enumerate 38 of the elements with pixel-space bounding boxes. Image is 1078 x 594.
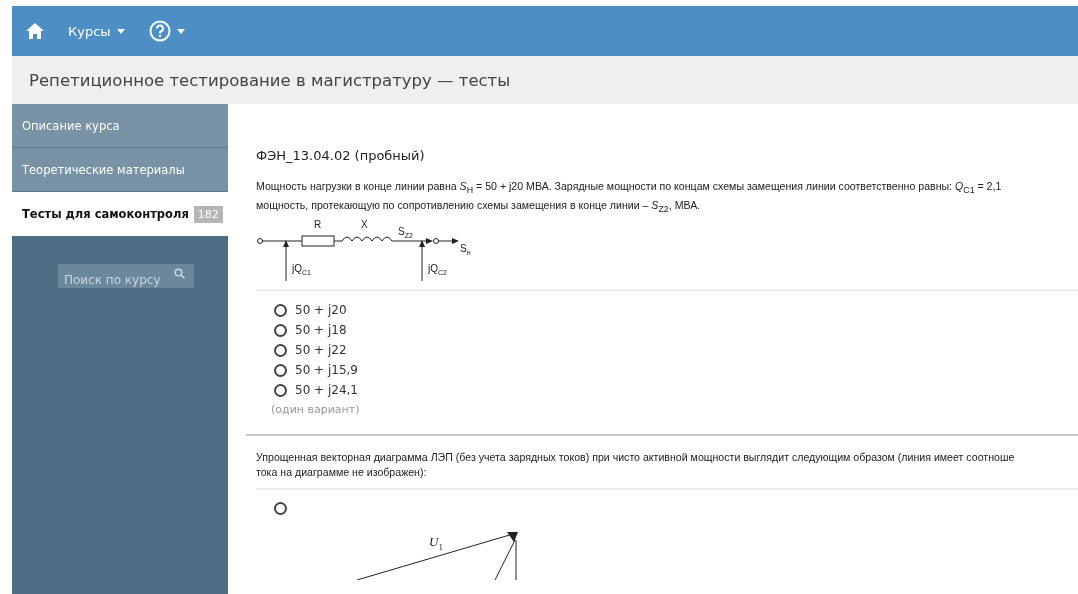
radio-button[interactable]	[274, 502, 287, 516]
answer-label: 50 + j15,9	[295, 363, 358, 378]
circuit-label: jQ$_{C1}$	[292, 263, 311, 279]
test-title: ФЭН_13.04.02 (пробный)	[256, 148, 426, 163]
circuit-label: R	[314, 219, 322, 232]
count-badge: 182	[193, 205, 223, 223]
home-icon	[26, 23, 44, 39]
courses-menu[interactable]: Курсы	[68, 23, 125, 39]
radio-button[interactable]	[274, 363, 287, 377]
radio-button[interactable]	[274, 343, 287, 357]
help-menu[interactable]	[148, 20, 185, 42]
home-button[interactable]	[26, 23, 44, 39]
question-text: Мощность нагрузки в конце линии равна S$_{Н}$ = 50 + j20 МВА. Зарядные мощности по концам схемы замещения линии соответственно равны: Q$_{C1}$ = 2,1	[256, 179, 1003, 198]
radio-button[interactable]	[274, 303, 287, 317]
answer-label: 50 + j24,1	[295, 383, 358, 398]
answer-label: 50 + j18	[295, 323, 347, 338]
search-icon	[174, 267, 185, 279]
question-text: Упрощенная векторная диаграмма ЛЭП (без учета зарядных токов) при чисто активной мощности выглядит следующим образом (линия имеет соотноше	[256, 450, 1016, 466]
page-title: Репетиционное тестирование в магистратуру — тесты	[29, 70, 511, 90]
radio-button[interactable]	[274, 383, 287, 397]
answer-label: 50 + j20	[295, 303, 347, 318]
circuit-label: S$_{н}$	[460, 243, 471, 259]
circuit-label: jQ$_{C2}$	[428, 263, 447, 279]
caret-icon	[176, 28, 185, 34]
vector-label: U$_{1}$	[429, 534, 443, 552]
answer-hint: (один вариант)	[271, 403, 361, 417]
question-text: мощность, протекающую по сопротивлению схемы замещения в конце линии – S$_{Z2}$, МВА.	[256, 198, 702, 217]
sidebar-item[interactable]: Тесты для самоконтроля 182	[12, 192, 228, 236]
question-text: тока на диаграмме не изображен):	[256, 465, 428, 481]
answer-label: 50 + j22	[295, 343, 347, 358]
caret-icon	[116, 28, 125, 34]
circuit-label: X	[361, 219, 368, 232]
sidebar-item[interactable]: Описание курса	[12, 104, 228, 148]
help-icon	[148, 20, 171, 42]
radio-button[interactable]	[274, 323, 287, 337]
search-field[interactable]: Поиск по курсу	[58, 264, 194, 288]
sidebar-item[interactable]: Теоретические материалы	[12, 148, 228, 192]
circuit-label: S$_{Z2}$	[398, 226, 413, 242]
